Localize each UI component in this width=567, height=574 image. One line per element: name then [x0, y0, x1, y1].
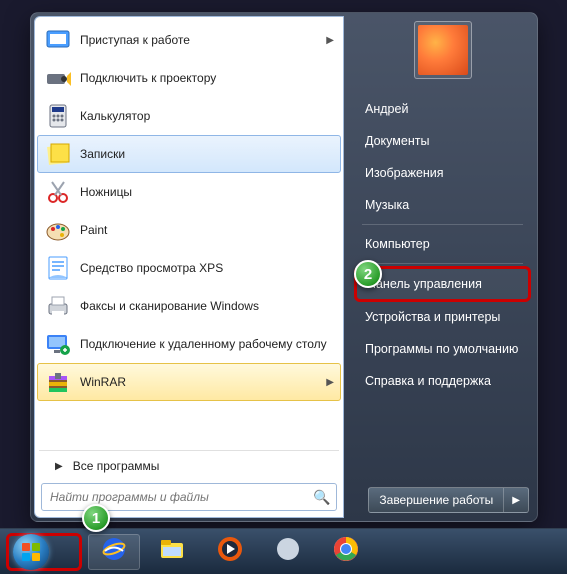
chevron-right-icon: ▶	[326, 377, 334, 388]
separator	[39, 450, 339, 451]
program-item-remote[interactable]: Подключение к удаленному рабочему столу	[37, 325, 341, 363]
right-item-8[interactable]: Устройства и принтеры	[354, 301, 531, 333]
program-item-sticky-notes[interactable]: Записки	[37, 135, 341, 173]
program-label: Подключение к удаленному рабочему столу	[80, 337, 327, 351]
program-label: Калькулятор	[80, 109, 150, 123]
program-item-getting-started[interactable]: Приступая к работе ▶	[37, 21, 341, 59]
right-item-1[interactable]: Документы	[354, 125, 531, 157]
taskbar-pinned	[88, 534, 372, 570]
program-label: Ножницы	[80, 185, 132, 199]
right-item-9[interactable]: Программы по умолчанию	[354, 333, 531, 365]
program-item-fax[interactable]: Факсы и сканирование Windows	[37, 287, 341, 325]
fax-icon	[44, 292, 72, 320]
ie-icon	[99, 534, 129, 569]
program-item-winrar[interactable]: WinRAR ▶	[37, 363, 341, 401]
right-item-3[interactable]: Музыка	[354, 189, 531, 221]
program-label: Paint	[80, 223, 107, 237]
right-item-10[interactable]: Справка и поддержка	[354, 365, 531, 397]
program-label: WinRAR	[80, 375, 126, 389]
unknown-icon	[273, 534, 303, 569]
program-item-paint[interactable]: Paint	[37, 211, 341, 249]
winrar-icon	[44, 368, 72, 396]
start-button[interactable]	[6, 533, 82, 571]
separator	[362, 224, 523, 225]
user-picture-image	[418, 25, 468, 75]
sticky-notes-icon	[44, 140, 72, 168]
chevron-right-icon: ▶	[326, 35, 334, 46]
right-item-0[interactable]: Андрей	[354, 93, 531, 125]
taskbar-item-ie[interactable]	[88, 534, 140, 570]
program-label: Факсы и сканирование Windows	[80, 299, 259, 313]
user-picture[interactable]	[414, 21, 472, 79]
search-box[interactable]: 🔍	[41, 483, 337, 511]
search-icon[interactable]: 🔍	[308, 489, 336, 506]
right-item-2[interactable]: Изображения	[354, 157, 531, 189]
remote-icon	[44, 330, 72, 358]
separator	[362, 263, 523, 264]
paint-icon	[44, 216, 72, 244]
left-panel: Приступая к работе ▶ Подключить к проектор…	[34, 16, 344, 518]
shutdown-button[interactable]: Завершение работы ▶	[368, 487, 529, 513]
taskbar-item-chrome[interactable]	[320, 534, 372, 570]
callout-badge-2: 2	[354, 260, 382, 288]
windows-orb-icon	[13, 534, 49, 570]
taskbar	[0, 528, 567, 574]
calculator-icon	[44, 102, 72, 130]
getting-started-icon	[44, 26, 72, 54]
program-label: Записки	[80, 147, 125, 161]
search-input[interactable]	[42, 484, 308, 510]
snipping-icon	[44, 178, 72, 206]
shutdown-arrow-icon[interactable]: ▶	[503, 488, 528, 512]
start-menu: Приступая к работе ▶ Подключить к проектор…	[30, 12, 538, 522]
shutdown-label: Завершение работы	[369, 488, 503, 512]
projector-icon	[44, 64, 72, 92]
program-item-xps[interactable]: Средство просмотра XPS	[37, 249, 341, 287]
taskbar-item-unknown[interactable]	[262, 534, 314, 570]
programs-list: Приступая к работе ▶ Подключить к проектор…	[35, 17, 343, 448]
chrome-icon	[331, 534, 361, 569]
program-item-projector[interactable]: Подключить к проектору	[37, 59, 341, 97]
taskbar-item-media-player[interactable]	[204, 534, 256, 570]
right-item-5[interactable]: Компьютер	[354, 228, 531, 260]
all-programs[interactable]: ▶ Все программы	[35, 453, 343, 479]
program-label: Подключить к проектору	[80, 71, 216, 85]
media-player-icon	[215, 534, 245, 569]
program-item-snipping[interactable]: Ножницы	[37, 173, 341, 211]
taskbar-item-explorer[interactable]	[146, 534, 198, 570]
program-label: Средство просмотра XPS	[80, 261, 223, 275]
program-item-calculator[interactable]: Калькулятор	[37, 97, 341, 135]
triangle-right-icon: ▶	[55, 461, 63, 472]
callout-badge-1: 1	[82, 504, 110, 532]
right-items-list: АндрейДокументыИзображенияМузыка Компьюте…	[354, 93, 531, 397]
program-label: Приступая к работе	[80, 33, 190, 47]
shutdown-row: Завершение работы ▶	[354, 483, 531, 513]
xps-icon	[44, 254, 72, 282]
explorer-icon	[157, 534, 187, 569]
all-programs-label: Все программы	[73, 459, 160, 473]
